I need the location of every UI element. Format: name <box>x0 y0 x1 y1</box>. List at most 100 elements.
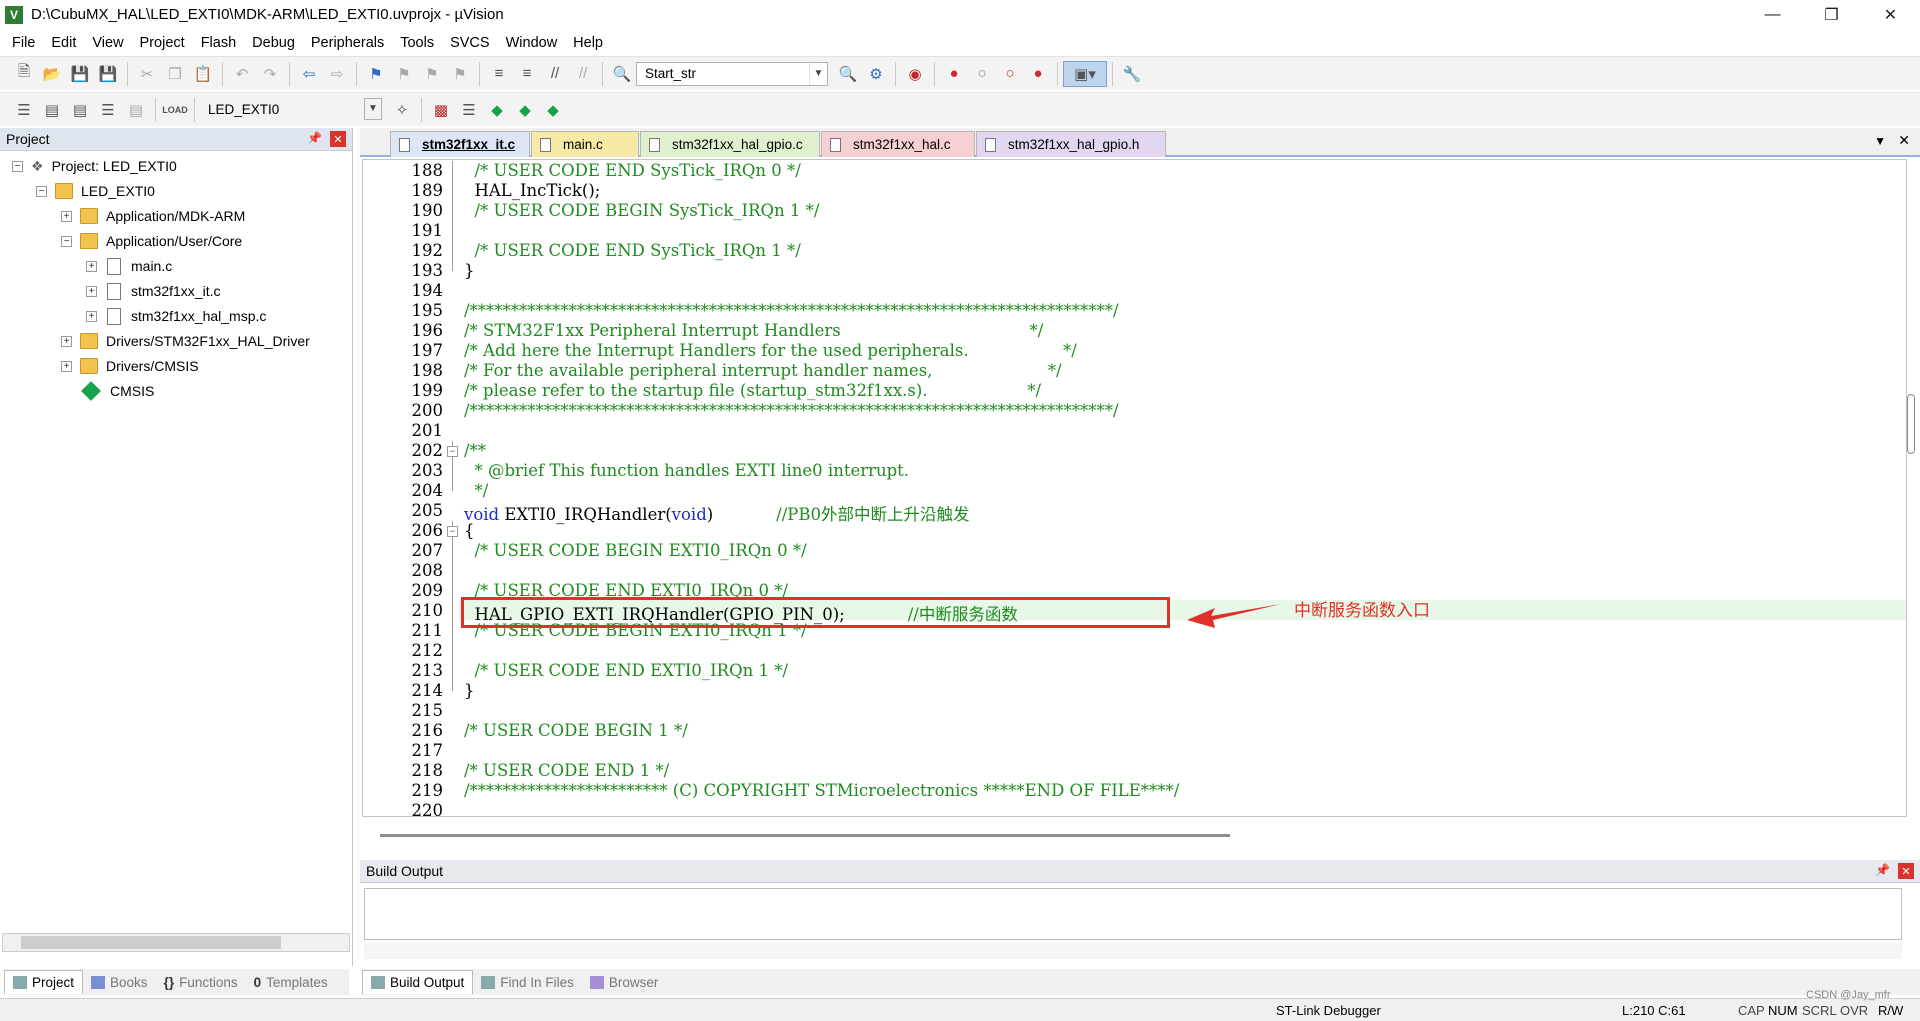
undo-icon[interactable]: ↶ <box>228 61 256 87</box>
cut-icon[interactable]: ✂ <box>133 61 161 87</box>
code-line[interactable]: /* USER CODE END EXTI0_IRQn 1 */ <box>464 661 789 680</box>
expand-icon[interactable]: + <box>86 260 97 272</box>
menu-file[interactable]: File <box>4 35 43 51</box>
close-icon[interactable]: ✕ <box>330 131 346 147</box>
translate-icon[interactable]: ☰ <box>10 97 38 123</box>
code-line[interactable]: /* USER CODE END SysTick_IRQn 1 */ <box>464 241 801 260</box>
code-line[interactable]: /* USER CODE BEGIN EXTI0_IRQn 0 */ <box>464 541 807 560</box>
download-icon[interactable]: LOAD <box>161 97 189 123</box>
find-in-files-icon[interactable]: 🔍 <box>608 61 636 87</box>
code-line[interactable]: /* USER CODE END 1 */ <box>464 761 669 780</box>
start-debug-icon[interactable]: ◉ <box>901 61 929 87</box>
code-view[interactable]: 188 /* USER CODE END SysTick_IRQn 0 */ 18… <box>362 159 1907 817</box>
tree-item[interactable]: − ❖ Project: LED_EXTI0 <box>12 155 177 177</box>
editor-tab[interactable]: main.c <box>531 131 639 157</box>
menu-svcs[interactable]: SVCS <box>442 35 498 51</box>
tree-item[interactable]: + Drivers/CMSIS <box>61 355 199 377</box>
rebuild-icon[interactable]: ▤ <box>66 97 94 123</box>
editor-hscrollbar[interactable] <box>380 834 1230 837</box>
indent-icon[interactable]: ≡ <box>485 61 513 87</box>
menu-peripherals[interactable]: Peripherals <box>303 35 392 51</box>
fold-toggle-icon[interactable]: − <box>447 446 458 457</box>
incremental-find-icon[interactable]: 🔍 <box>834 61 862 87</box>
scrollbar-thumb[interactable] <box>1907 394 1915 454</box>
redo-icon[interactable]: ↷ <box>256 61 284 87</box>
file-extensions-icon[interactable]: ☰ <box>455 97 483 123</box>
close-icon[interactable]: ✕ <box>1861 0 1920 29</box>
uncomment-icon[interactable]: // <box>569 61 597 87</box>
chevron-down-icon[interactable]: ▼ <box>364 97 382 120</box>
tab-project[interactable]: Project <box>4 970 84 994</box>
bookmark-prev-icon[interactable]: ⚑ <box>390 61 418 87</box>
code-line[interactable]: /***************************************… <box>464 401 1119 420</box>
code-line[interactable]: /************************ (C) COPYRIGHT … <box>464 781 1179 800</box>
expand-icon[interactable]: + <box>86 285 97 297</box>
copy-icon[interactable]: ❐ <box>161 61 189 87</box>
editor-tab[interactable]: stm32f1xx_hal_gpio.h <box>976 131 1166 157</box>
select-packs-icon[interactable]: ◆ <box>511 97 539 123</box>
menu-view[interactable]: View <box>84 35 131 51</box>
code-line[interactable]: HAL_IncTick(); <box>464 181 600 200</box>
menu-project[interactable]: Project <box>132 35 193 51</box>
menu-help[interactable]: Help <box>565 35 611 51</box>
tree-item[interactable]: CMSIS <box>80 380 154 402</box>
target-combo[interactable]: LED_EXTI0 ▼ <box>200 97 382 122</box>
target-options-icon[interactable]: ✧ <box>388 97 416 123</box>
code-line[interactable]: /* For the available peripheral interrup… <box>464 361 1062 380</box>
stop-build-icon[interactable]: ▤ <box>122 97 150 123</box>
code-line[interactable]: /* Add here the Interrupt Handlers for t… <box>464 341 1077 360</box>
code-line[interactable]: * @brief This function handles EXTI line… <box>464 461 909 480</box>
expand-icon[interactable]: + <box>86 310 97 322</box>
find-combo[interactable]: Start_str ▼ <box>636 61 828 86</box>
debug-tools-icon[interactable]: ⚙ <box>862 61 890 87</box>
open-file-icon[interactable]: 📂 <box>38 61 66 87</box>
unindent-icon[interactable]: ≡ <box>513 61 541 87</box>
rte-manage-icon[interactable]: ◆ <box>539 97 567 123</box>
build-hscrollbar[interactable] <box>364 943 1902 959</box>
close-icon[interactable]: ✕ <box>1898 132 1910 149</box>
editor-vscrollbar[interactable] <box>1904 159 1918 819</box>
breakpoint-disable-all-icon[interactable]: ○ <box>996 61 1024 87</box>
window-layout-icon[interactable]: ▣▾ <box>1063 60 1107 87</box>
code-line[interactable]: /** <box>464 441 486 460</box>
fold-toggle-icon[interactable]: − <box>447 526 458 537</box>
collapse-icon[interactable]: − <box>61 235 72 247</box>
bookmark-clear-icon[interactable]: ⚑ <box>446 61 474 87</box>
breakpoint-disable-icon[interactable]: ○ <box>968 61 996 87</box>
editor-tab[interactable]: stm32f1xx_hal.c <box>821 131 975 157</box>
tree-item[interactable]: + stm32f1xx_it.c <box>86 280 220 302</box>
code-line[interactable]: */ <box>464 481 488 500</box>
tab-books[interactable]: Books <box>83 970 156 994</box>
new-file-icon[interactable]: 🗎 <box>10 61 38 87</box>
tree-item[interactable]: + Drivers/STM32F1xx_HAL_Driver <box>61 330 310 352</box>
tab-find-in-files[interactable]: Find In Files <box>473 970 582 994</box>
code-line[interactable]: void EXTI0_IRQHandler(void) //PB0外部中断上升沿… <box>464 501 970 525</box>
batch-build-icon[interactable]: ☰ <box>94 97 122 123</box>
tree-item[interactable]: + main.c <box>86 255 172 277</box>
breakpoint-kill-all-icon[interactable]: ● <box>1024 61 1052 87</box>
save-all-icon[interactable]: 💾 <box>94 61 122 87</box>
menu-debug[interactable]: Debug <box>244 35 303 51</box>
minimize-icon[interactable]: — <box>1743 0 1802 29</box>
bookmark-next-icon[interactable]: ⚑ <box>418 61 446 87</box>
pack-installer-icon[interactable]: ◆ <box>483 97 511 123</box>
expand-icon[interactable]: + <box>61 210 72 222</box>
menu-edit[interactable]: Edit <box>43 35 84 51</box>
scrollbar-thumb[interactable] <box>21 936 281 949</box>
expand-icon[interactable]: + <box>61 360 72 372</box>
tab-templates[interactable]: 0 Templates <box>246 970 336 994</box>
build-output-text[interactable] <box>364 888 1902 940</box>
code-line[interactable]: /* USER CODE BEGIN SysTick_IRQn 1 */ <box>464 201 820 220</box>
menu-window[interactable]: Window <box>498 35 566 51</box>
close-icon[interactable]: ✕ <box>1898 863 1914 879</box>
build-icon[interactable]: ▤ <box>38 97 66 123</box>
tab-list-icon[interactable]: ▼ <box>1874 134 1886 148</box>
pin-icon[interactable]: 📌 <box>1875 863 1890 877</box>
tree-item[interactable]: − Application/User/Core <box>61 230 242 252</box>
code-line[interactable]: /* please refer to the startup file (sta… <box>464 381 1041 400</box>
code-line[interactable]: /* USER CODE END SysTick_IRQn 0 */ <box>464 161 801 180</box>
collapse-icon[interactable]: − <box>36 185 47 197</box>
tab-browser[interactable]: Browser <box>582 970 667 994</box>
configure-icon[interactable]: 🔧 <box>1118 61 1146 87</box>
project-hscrollbar[interactable] <box>2 933 350 952</box>
